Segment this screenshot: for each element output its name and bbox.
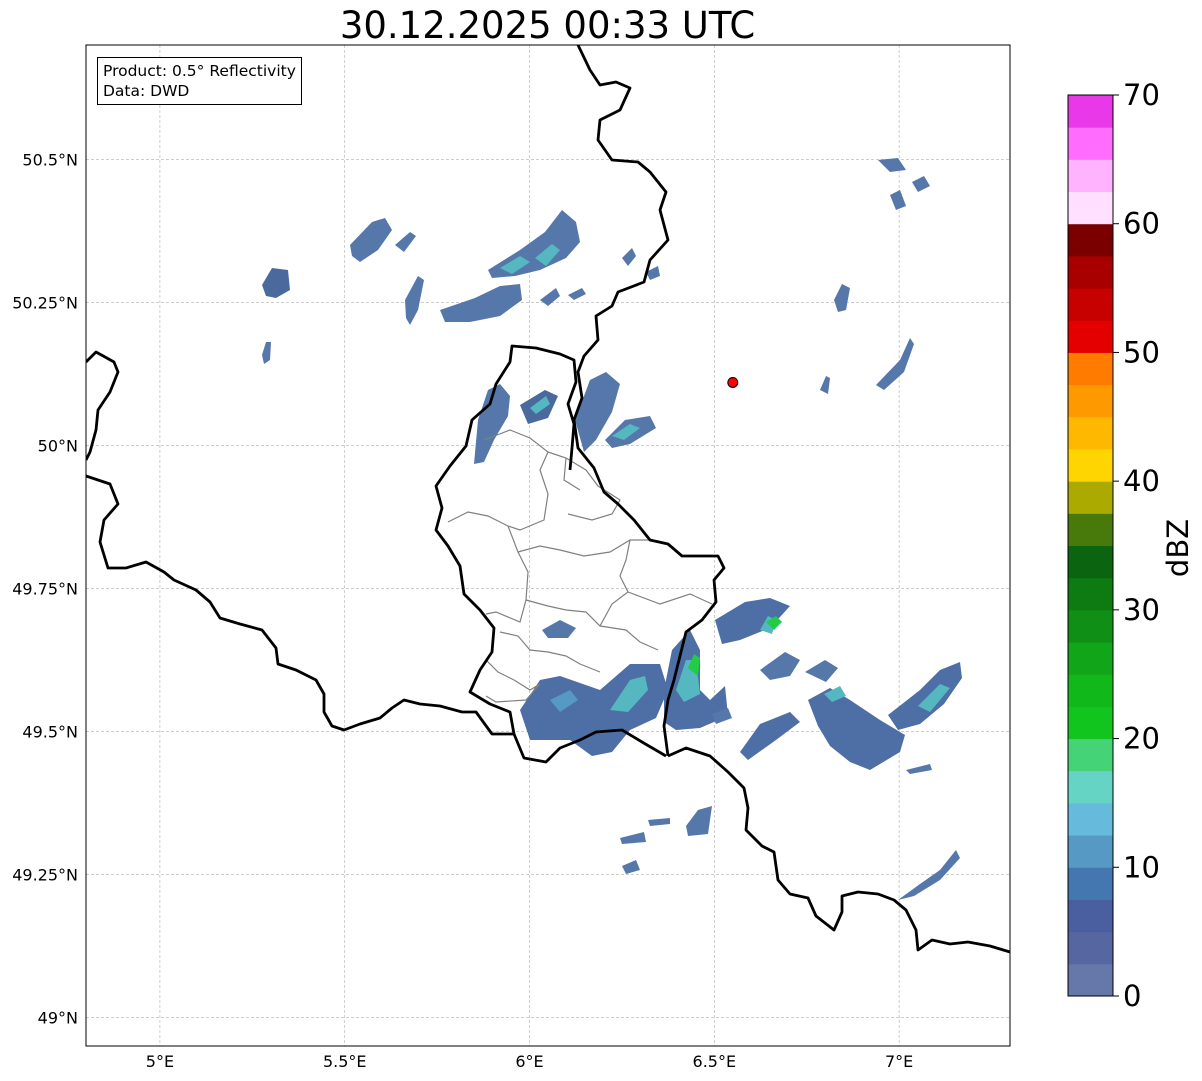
colorbar-tick-label: 50 [1123,335,1160,369]
colorbar-tick-label: 0 [1123,979,1141,1013]
lat-tick-label: 49°N [38,1008,78,1027]
colorbar-tick-label: 20 [1123,722,1160,756]
colorbar-swatches [1068,95,1113,997]
colorbar-swatch [1068,642,1113,675]
colorbar-swatch [1068,159,1113,193]
product-label: Product: 0.5° Reflectivity [103,62,296,80]
lat-tick-label: 49.75°N [12,579,78,598]
colorbar-swatch [1068,255,1113,289]
colorbar-swatch [1068,448,1113,482]
colorbar-swatch [1068,384,1113,418]
lat-tick-label: 50.5°N [22,150,78,169]
lat-tick-label: 50.25°N [12,293,78,312]
lat-tick-label: 49.5°N [22,722,78,741]
colorbar-swatch [1068,545,1113,579]
colorbar-swatch [1068,481,1113,514]
colorbar-swatch [1068,706,1113,740]
colorbar-swatch [1068,288,1113,321]
colorbar-swatch [1068,352,1113,386]
latitude-labels: 49°N 49.25°N 49.5°N 49.75°N 50°N 50.25°N 50.5°… [12,150,78,1027]
lon-tick-label: 5.5°E [323,1052,367,1071]
colorbar-tick-label: 60 [1123,207,1160,241]
lat-tick-label: 50°N [38,436,78,455]
colorbar-swatch [1068,95,1113,128]
colorbar-swatch [1068,223,1113,257]
colorbar-swatch [1068,609,1113,643]
colorbar-swatch [1068,899,1113,933]
lon-tick-label: 6.5°E [693,1052,737,1071]
colorbar-swatch [1068,867,1113,900]
data-source-label: Data: DWD [103,82,190,100]
longitude-labels: 5°E 5.5°E 6°E 6.5°E 7°E [146,1052,913,1071]
colorbar-swatch [1068,320,1113,353]
colorbar-ticks: 0 10 20 30 40 50 60 70 [1113,78,1160,1013]
colorbar-tick-label: 30 [1123,593,1160,627]
info-box: Product: 0.5° Reflectivity Data: DWD [97,57,302,105]
lat-tick-label: 49.25°N [12,865,78,884]
colorbar-swatch [1068,513,1113,546]
colorbar-tick-label: 40 [1123,464,1160,498]
colorbar-swatch [1068,931,1113,965]
colorbar-swatch [1068,674,1113,707]
colorbar-swatch [1068,963,1113,997]
colorbar-tick-label: 10 [1123,850,1160,884]
lon-tick-label: 7°E [885,1052,913,1071]
colorbar-swatch [1068,191,1113,225]
colorbar-tick-label: 70 [1123,78,1160,112]
colorbar-swatch [1068,416,1113,450]
colorbar: 0 10 20 30 40 50 60 70 dBZ [1067,78,1195,1013]
colorbar-swatch [1068,577,1113,611]
lon-tick-label: 5°E [146,1052,174,1071]
colorbar-title: dBZ [1161,519,1195,577]
colorbar-swatch [1068,770,1113,804]
colorbar-swatch [1068,738,1113,772]
colorbar-swatch [1068,802,1113,836]
radar-site-marker [727,376,739,388]
lon-tick-label: 6°E [515,1052,543,1071]
radar-map: 5°E 5.5°E 6°E 6.5°E 7°E 49°N 49.25°N 49.5°N 49.… [12,44,1195,1071]
colorbar-swatch [1068,127,1113,160]
colorbar-swatch [1068,835,1113,868]
map-background [86,45,1010,1046]
